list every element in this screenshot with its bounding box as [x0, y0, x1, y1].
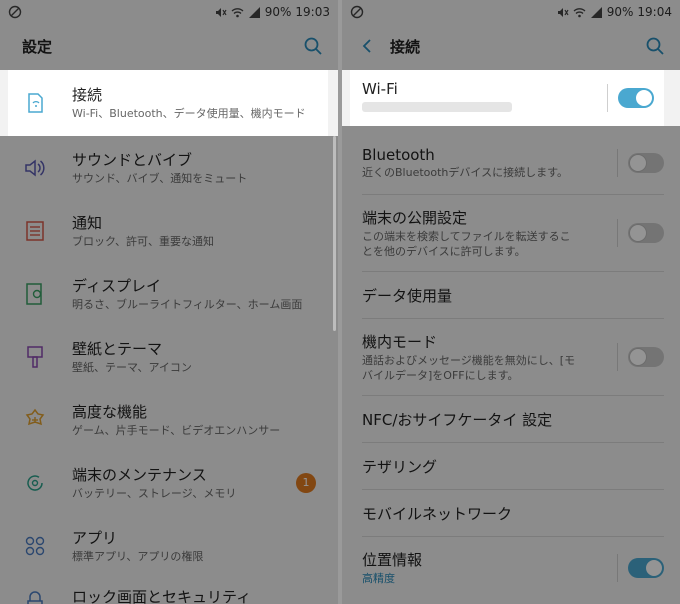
- device-visibility-sub-line1: この端末を検索してファイルを転送するこ: [362, 230, 571, 244]
- location-toggle[interactable]: [628, 558, 664, 578]
- device-visibility-toggle[interactable]: [628, 223, 664, 243]
- settings-item-wallpaper[interactable]: 壁紙とテーマ 壁紙、テーマ、アイコン: [0, 325, 338, 388]
- wifi-toggle[interactable]: [618, 88, 654, 108]
- airplane-mode-sub-line2: バイルデータ]をOFFにします。: [362, 368, 519, 382]
- settings-item-sub: Wi-Fi、Bluetooth、データ使用量、機内モード: [72, 107, 306, 121]
- settings-item-label: アプリ: [72, 528, 118, 547]
- settings-item-apps[interactable]: アプリ 標準アプリ、アプリの権限: [0, 514, 338, 577]
- settings-item-label: サウンドとバイブ: [72, 150, 193, 169]
- mobile-network-label: モバイルネットワーク: [362, 504, 513, 523]
- airplane-mode-toggle[interactable]: [628, 347, 664, 367]
- airplane-mode-row[interactable]: 機内モード 通話およびメッセージ機能を無効にし、[モ バイルデータ]をOFFにし…: [342, 319, 680, 395]
- page-title: 接続: [390, 37, 421, 56]
- settings-item-connections[interactable]: 接続 Wi-Fi、Bluetooth、データ使用量、機内モード: [8, 70, 328, 136]
- location-label: 位置情報: [362, 551, 423, 570]
- settings-item-sub: 標準アプリ、アプリの権限: [72, 549, 204, 563]
- notification-badge: 1: [296, 472, 316, 493]
- divider: [607, 84, 608, 112]
- bluetooth-sub: 近くのBluetoothデバイスに接続します。: [362, 165, 568, 179]
- settings-item-sub: サウンド、バイブ、通知をミュート: [72, 171, 248, 185]
- divider: [617, 149, 618, 177]
- clock: 19:03: [295, 5, 330, 19]
- battery-percent: 90%: [264, 5, 292, 19]
- sound-icon: [25, 158, 45, 177]
- settings-item-label: ディスプレイ: [72, 276, 161, 295]
- settings-item-label: 通知: [72, 213, 103, 232]
- settings-item-lock-security[interactable]: ロック画面とセキュリティ: [0, 577, 338, 604]
- search-icon[interactable]: [302, 35, 324, 57]
- device-visibility-label: 端末の公開設定: [362, 209, 468, 228]
- settings-item-label: ロック画面とセキュリティ: [72, 588, 252, 604]
- display-icon: [26, 282, 42, 305]
- signal-icon: [590, 6, 602, 18]
- signal-icon: [248, 6, 260, 18]
- lock-icon: [27, 591, 43, 604]
- settings-panel: 90% 19:03 設定 接続 Wi-Fi、Bluetooth、データ使用量、機…: [0, 0, 338, 604]
- tethering-label: テザリング: [362, 457, 438, 476]
- settings-item-label: 高度な機能: [72, 402, 148, 421]
- back-icon[interactable]: [358, 37, 376, 55]
- settings-item-display[interactable]: ディスプレイ 明るさ、ブルーライトフィルター、ホーム画面: [0, 262, 338, 325]
- divider: [617, 343, 618, 371]
- divider: [617, 219, 618, 247]
- mute-icon: [215, 7, 227, 17]
- wifi-icon: [573, 7, 586, 17]
- settings-item-label: 端末のメンテナンス: [72, 465, 207, 484]
- connections-panel: 90% 19:04 接続 Wi-Fi Bluetooth 近くのBluetoot…: [342, 0, 680, 604]
- status-bar: 90% 19:04: [342, 0, 680, 24]
- clock: 19:04: [637, 5, 672, 19]
- wifi-network-name-redacted: [362, 102, 512, 112]
- device-visibility-row[interactable]: 端末の公開設定 この端末を検索してファイルを転送するこ とを他のデバイスに許可し…: [342, 195, 680, 271]
- nfc-row[interactable]: NFC/おサイフケータイ 設定: [342, 396, 680, 442]
- settings-item-sub: ブロック、許可、重要な通知: [72, 234, 215, 248]
- scrollbar[interactable]: [333, 136, 336, 331]
- mobile-network-row[interactable]: モバイルネットワーク: [342, 490, 680, 536]
- status-bar: 90% 19:03: [0, 0, 338, 24]
- settings-item-label: 接続: [72, 86, 103, 105]
- divider: [617, 554, 618, 582]
- page-header: 設定: [0, 24, 338, 68]
- airplane-mode-sub-line1: 通話およびメッセージ機能を無効にし、[モ: [362, 354, 576, 368]
- page-header: 接続: [342, 24, 680, 68]
- bluetooth-row[interactable]: Bluetooth 近くのBluetoothデバイスに接続します。: [342, 132, 680, 194]
- no-sim-icon: [350, 5, 364, 19]
- location-row[interactable]: 位置情報 高精度: [342, 537, 680, 599]
- wifi-label: Wi-Fi: [362, 80, 398, 98]
- bluetooth-label: Bluetooth: [362, 145, 435, 164]
- settings-item-label: 壁紙とテーマ: [72, 339, 163, 358]
- wifi-icon: [231, 7, 244, 17]
- search-icon[interactable]: [644, 35, 666, 57]
- settings-item-maintenance[interactable]: 端末のメンテナンス バッテリー、ストレージ、メモリ 1: [0, 451, 338, 514]
- settings-item-sub: 壁紙、テーマ、アイコン: [72, 360, 192, 374]
- location-sub: 高精度: [362, 572, 395, 586]
- notification-icon: [26, 220, 44, 241]
- apps-icon: [25, 536, 45, 555]
- connection-icon: [28, 93, 43, 113]
- settings-item-advanced[interactable]: 高度な機能 ゲーム、片手モード、ビデオエンハンサー: [0, 388, 338, 451]
- settings-item-sub: バッテリー、ストレージ、メモリ: [72, 486, 237, 500]
- settings-item-sub: 明るさ、ブルーライトフィルター、ホーム画面: [72, 297, 303, 311]
- wallpaper-icon: [27, 345, 43, 368]
- settings-item-notifications[interactable]: 通知 ブロック、許可、重要な通知: [0, 199, 338, 262]
- advanced-features-icon: [25, 408, 45, 425]
- settings-item-sound[interactable]: サウンドとバイブ サウンド、バイブ、通知をミュート: [0, 136, 338, 199]
- wifi-row[interactable]: Wi-Fi: [350, 70, 664, 126]
- data-usage-row[interactable]: データ使用量: [342, 272, 680, 318]
- airplane-mode-label: 機内モード: [362, 333, 438, 352]
- device-maintenance-icon: [27, 474, 43, 491]
- page-title: 設定: [22, 37, 53, 56]
- nfc-label: NFC/おサイフケータイ 設定: [362, 410, 553, 429]
- no-sim-icon: [8, 5, 22, 19]
- data-usage-label: データ使用量: [362, 286, 453, 305]
- device-visibility-sub-line2: とを他のデバイスに許可します。: [362, 244, 526, 258]
- tethering-row[interactable]: テザリング: [342, 443, 680, 489]
- settings-item-sub: ゲーム、片手モード、ビデオエンハンサー: [72, 423, 281, 437]
- battery-percent: 90%: [606, 5, 634, 19]
- mute-icon: [557, 7, 569, 17]
- bluetooth-toggle[interactable]: [628, 153, 664, 173]
